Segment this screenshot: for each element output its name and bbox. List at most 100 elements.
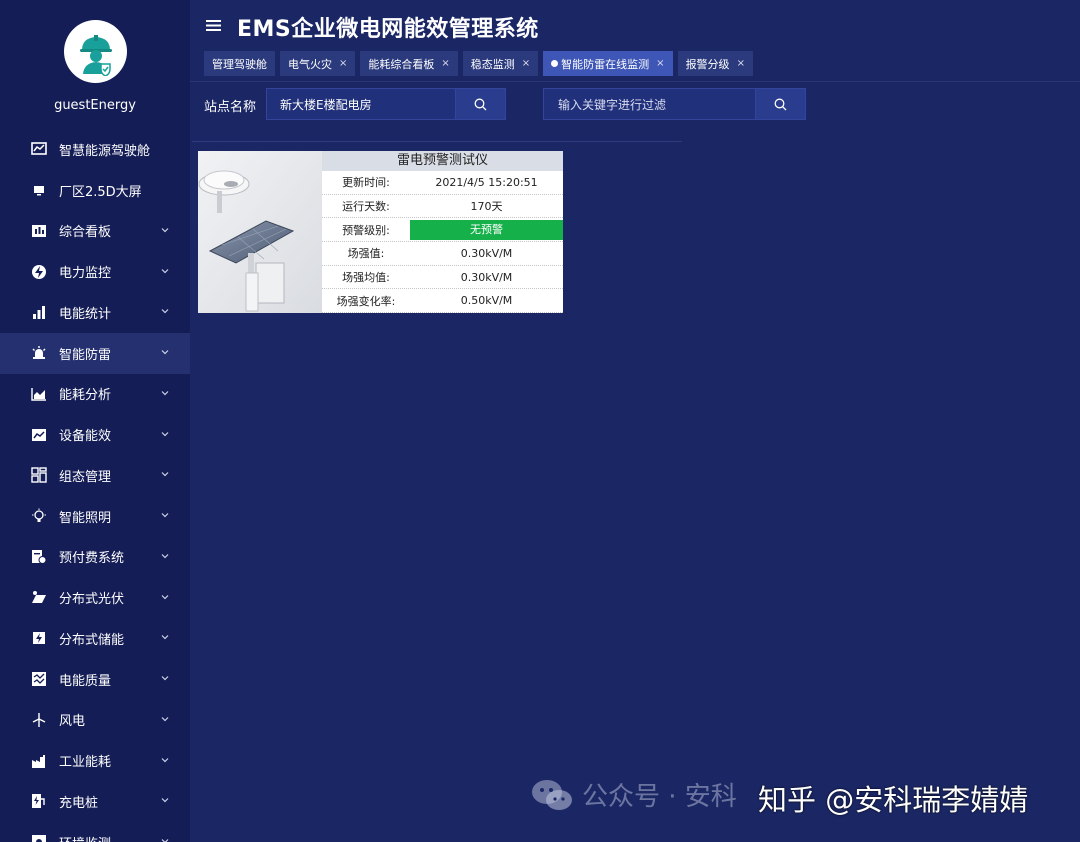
sidebar-item-area-chart[interactable]: 能耗分析 bbox=[0, 374, 190, 415]
sidebar-item-label: 预付费系统 bbox=[59, 551, 125, 567]
sidebar-item-alarm-light[interactable]: 智能防雷 bbox=[0, 332, 190, 374]
site-search-button[interactable] bbox=[455, 88, 506, 120]
board-icon bbox=[31, 223, 47, 239]
chevron-down-icon bbox=[161, 472, 169, 477]
chevron-down-icon bbox=[161, 268, 169, 273]
sidebar-item-bar-stats[interactable]: 电能统计 bbox=[0, 292, 190, 333]
sidebar-item-label: 智能防雷 bbox=[59, 347, 112, 363]
reading-label: 场强变化率: bbox=[336, 294, 396, 308]
tab-3[interactable]: 稳态监测 × bbox=[462, 51, 539, 76]
chevron-down-icon bbox=[161, 431, 169, 436]
chevron-down-icon bbox=[161, 594, 169, 599]
sidebar-item-power-monitor[interactable]: 电力监控 bbox=[0, 251, 190, 292]
tab-2[interactable]: 能耗综合看板 × bbox=[360, 51, 458, 76]
wechat-icon bbox=[532, 779, 572, 810]
sidebar-item-label: 电能统计 bbox=[59, 306, 112, 322]
sidebar-item-label: 风电 bbox=[59, 714, 86, 730]
search-icon bbox=[774, 98, 787, 110]
search-icon bbox=[474, 98, 487, 110]
sidebar-item-bulb[interactable]: 智能照明 bbox=[0, 496, 190, 537]
zhihu-watermark: 知乎 @安科瑞李婧婧 bbox=[758, 783, 1029, 817]
chevron-down-icon bbox=[161, 676, 169, 681]
app-title: EMS企业微电网能效管理系统 bbox=[237, 17, 539, 42]
sidebar-item-wind[interactable]: 风电 bbox=[0, 700, 190, 741]
environment-icon bbox=[31, 834, 47, 842]
sidebar-item-trend[interactable]: 设备能效 bbox=[0, 414, 190, 455]
tab-label: 管理驾驶舱 bbox=[212, 57, 267, 71]
monitor-icon bbox=[31, 182, 47, 198]
reading-value: 0.30kV/M bbox=[460, 246, 513, 260]
sidebar-item-prepay[interactable]: 预付费系统 bbox=[0, 537, 190, 578]
reading-row: 运行天数: 170天 bbox=[322, 195, 563, 219]
sidebar-item-monitor[interactable]: 厂区2.5D大屏 bbox=[0, 170, 190, 211]
tab-label: 能耗综合看板 bbox=[368, 57, 435, 71]
sidebar-item-board[interactable]: 综合看板 bbox=[0, 211, 190, 252]
chevron-down-icon bbox=[161, 757, 169, 762]
reading-value: 0.30kV/M bbox=[460, 270, 513, 284]
reading-value: 170天 bbox=[470, 200, 503, 214]
reading-label: 预警级别: bbox=[342, 223, 390, 237]
sidebar-item-dashboard[interactable]: 智慧能源驾驶舱 bbox=[0, 129, 190, 170]
sidebar-item-label: 电能质量 bbox=[59, 673, 112, 689]
reading-label: 运行天数: bbox=[342, 200, 390, 214]
engineer-avatar-icon bbox=[79, 34, 112, 76]
reading-row: 场强均值: 0.30kV/M bbox=[322, 266, 563, 290]
sidebar: guestEnergy 智慧能源驾驶舱 厂区2.5D大屏 综合看板 电力监控 电能统计智… bbox=[0, 0, 190, 842]
close-icon[interactable]: × bbox=[656, 58, 664, 69]
reading-row: 场强值: 0.30kV/M bbox=[322, 242, 563, 266]
wechat-watermark: 公众号 · 安科 bbox=[530, 776, 737, 813]
sidebar-item-layout[interactable]: 组态管理 bbox=[0, 455, 190, 496]
sidebar-item-label: 分布式光伏 bbox=[59, 592, 125, 608]
avatar[interactable] bbox=[64, 20, 127, 83]
site-select-input[interactable]: 新大楼E楼配电房 bbox=[266, 88, 455, 120]
quality-icon bbox=[31, 671, 47, 687]
sidebar-item-environment[interactable]: 环境监测 bbox=[0, 822, 190, 842]
reading-value: 0.50kV/M bbox=[460, 294, 513, 308]
factory-icon bbox=[31, 753, 47, 769]
tab-label: 智能防雷在线监测 bbox=[561, 57, 650, 71]
close-icon[interactable]: × bbox=[441, 58, 449, 69]
tab-1[interactable]: 电气火灾 × bbox=[280, 51, 356, 76]
reading-label: 更新时间: bbox=[342, 176, 390, 190]
chevron-down-icon bbox=[161, 553, 169, 559]
reading-label: 场强均值: bbox=[342, 271, 390, 285]
bar-stats-icon bbox=[31, 304, 47, 320]
tab-4[interactable]: 智能防雷在线监测 × bbox=[543, 51, 673, 76]
prepay-icon bbox=[31, 549, 47, 565]
power-monitor-icon bbox=[31, 264, 47, 280]
tab-5[interactable]: 报警分级 × bbox=[677, 51, 753, 76]
warning-level-badge: 无预警 bbox=[410, 219, 563, 240]
device-card[interactable]: 雷电预警测试仪 更新时间: 2021/4/5 15:20:51 运行天数: 170天预… bbox=[198, 151, 563, 313]
sidebar-item-label: 设备能效 bbox=[59, 429, 112, 445]
header-divider bbox=[190, 81, 1080, 82]
menu-toggle-icon[interactable] bbox=[205, 17, 222, 34]
tab-label: 电气火灾 bbox=[288, 57, 332, 71]
chevron-down-icon bbox=[161, 716, 169, 722]
tab-0[interactable]: 管理驾驶舱 bbox=[204, 51, 275, 76]
reading-label: 场强值: bbox=[347, 247, 385, 261]
sidebar-item-label: 综合看板 bbox=[59, 225, 112, 241]
site-name-label: 站点名称 bbox=[204, 100, 257, 115]
chevron-down-icon bbox=[161, 350, 169, 355]
sidebar-item-charger[interactable]: 充电桩 bbox=[0, 781, 190, 822]
sidebar-item-battery[interactable]: 分布式储能 bbox=[0, 618, 190, 659]
sidebar-item-factory[interactable]: 工业能耗 bbox=[0, 740, 190, 781]
keyword-filter-input[interactable]: 输入关键字进行过滤 bbox=[543, 88, 755, 120]
sidebar-item-quality[interactable]: 电能质量 bbox=[0, 659, 190, 700]
sidebar-item-label: 能耗分析 bbox=[59, 388, 112, 404]
area-chart-icon bbox=[31, 386, 47, 402]
close-icon[interactable]: × bbox=[522, 58, 530, 69]
sidebar-item-label: 智慧能源驾驶舱 bbox=[59, 143, 151, 159]
sidebar-item-label: 组态管理 bbox=[59, 469, 112, 485]
sidebar-item-solar[interactable]: 分布式光伏 bbox=[0, 577, 190, 618]
sidebar-item-label: 工业能耗 bbox=[59, 755, 112, 771]
chevron-down-icon bbox=[161, 390, 169, 396]
tab-bar: 管理驾驶舱 电气火灾 × 能耗综合看板 × 稳态监测 × 智能防雷在线监测 × 报警分级 × bbox=[204, 51, 753, 76]
sidebar-item-label: 智能照明 bbox=[59, 510, 112, 526]
keyword-search-button[interactable] bbox=[755, 88, 806, 120]
close-icon[interactable]: × bbox=[339, 58, 347, 69]
chevron-down-icon bbox=[161, 798, 169, 803]
close-icon[interactable]: × bbox=[737, 58, 745, 69]
trend-icon bbox=[31, 427, 47, 443]
charger-icon bbox=[31, 793, 47, 809]
